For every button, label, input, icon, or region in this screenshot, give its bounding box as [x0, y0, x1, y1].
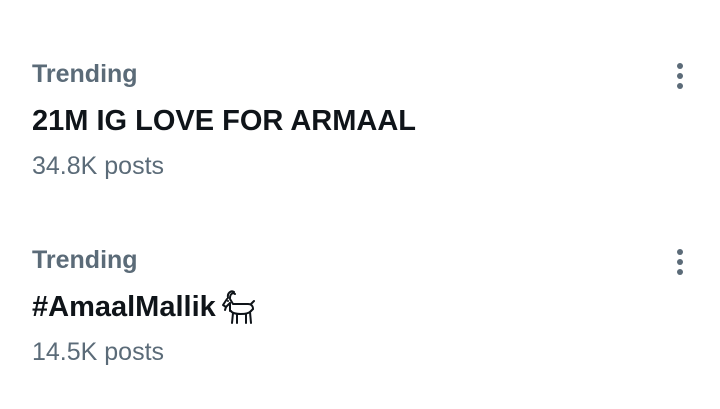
trend-post-count: 14.5K posts	[32, 338, 165, 366]
trend-category: Trending	[32, 246, 138, 274]
more-options-button[interactable]	[660, 58, 700, 94]
more-options-button[interactable]	[660, 244, 700, 280]
trends-list: Trending 21M IG LOVE FOR ARMAAL 34.8K po…	[0, 0, 720, 409]
trend-item[interactable]: Trending #AmaalMallik 14.5K posts	[0, 186, 720, 372]
more-vertical-icon	[676, 248, 684, 276]
trend-topic[interactable]: 21M IG LOVE FOR ARMAAL	[32, 102, 416, 140]
more-vertical-icon	[676, 62, 684, 90]
trend-topic[interactable]: #AmaalMallik	[32, 288, 258, 326]
goat-icon	[218, 289, 258, 325]
trend-category: Trending	[32, 60, 138, 88]
trend-topic-text: #AmaalMallik	[32, 291, 216, 323]
trend-topic-text: 21M IG LOVE FOR ARMAAL	[32, 105, 416, 137]
trend-post-count: 34.8K posts	[32, 152, 165, 180]
trend-item[interactable]: Trending 21M IG LOVE FOR ARMAAL 34.8K po…	[0, 0, 720, 186]
